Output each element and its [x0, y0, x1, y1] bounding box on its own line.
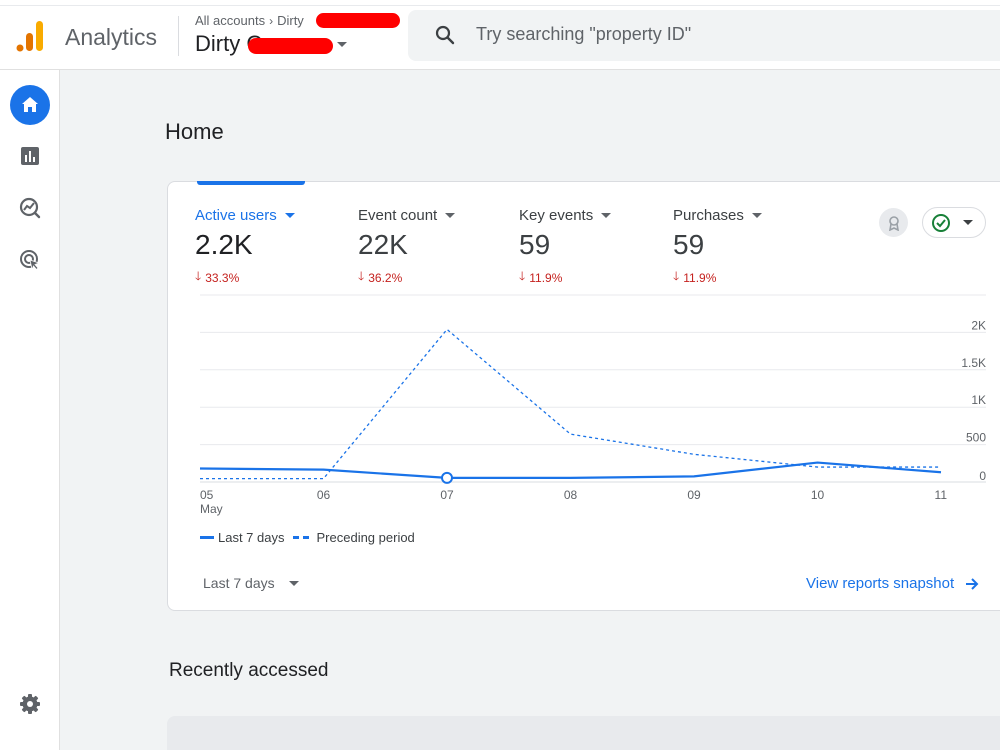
metric-key-events[interactable]: Key events 59 🡓 11.9% — [519, 207, 612, 288]
search-icon — [435, 25, 455, 45]
analytics-logo-icon[interactable] — [15, 19, 45, 53]
explore-icon — [19, 197, 41, 219]
metric-change: 🡓 11.9% — [673, 267, 762, 288]
metric-change-value: 33.3% — [205, 270, 240, 285]
award-icon — [888, 215, 899, 231]
property-selector[interactable]: Dirty C — [195, 31, 348, 57]
trend-chart: 0 500 1K 1.5K 2K 2.5K 05 06 07 08 09 10 11 May — [199, 292, 986, 516]
snapshot-link-label: View reports snapshot — [806, 575, 955, 592]
browser-strip — [0, 0, 1000, 6]
nav-advertising[interactable] — [10, 240, 50, 280]
breadcrumb[interactable]: All accounts › Dirty — [195, 13, 304, 28]
chevron-down-icon — [963, 220, 973, 225]
metric-change-value: 11.9% — [683, 270, 717, 285]
x-tick-label: 11 — [935, 488, 948, 502]
series-line-last-7-days — [199, 461, 942, 479]
date-range-label: Last 7 days — [203, 575, 275, 591]
search-input[interactable] — [476, 24, 976, 45]
check-circle-icon — [932, 213, 950, 232]
legend-swatch-dashed — [292, 536, 311, 539]
metric-active-users[interactable]: Active users 2.2K 🡓 33.3% — [195, 207, 295, 288]
metric-change-value: 36.2% — [368, 270, 403, 285]
top-bar: Analytics All accounts › Dirty Dirty C — [0, 0, 1000, 70]
active-tab-indicator — [197, 181, 305, 185]
x-tick-label: 09 — [687, 488, 701, 502]
redaction-mark — [248, 38, 334, 54]
metric-value: 22K — [358, 229, 408, 260]
metric-change-value: 11.9% — [529, 270, 563, 285]
x-tick-sublabel: May — [200, 502, 223, 516]
arrow-right-icon — [966, 577, 979, 590]
metric-label: Active users — [195, 207, 295, 224]
metric-value: 59 — [673, 229, 705, 260]
recently-accessed-title: Recently accessed — [169, 660, 329, 681]
x-tick-label: 08 — [564, 488, 578, 502]
y-tick-label: 2K — [971, 318, 986, 332]
view-reports-snapshot-link[interactable]: View reports snapshot — [806, 575, 980, 592]
nav-home[interactable] — [10, 85, 50, 125]
nav-settings[interactable] — [10, 684, 50, 724]
page-title: Home — [165, 119, 224, 144]
y-tick-label: 1.5K — [961, 356, 986, 370]
x-tick-label: 10 — [811, 488, 825, 502]
date-range-selector[interactable]: Last 7 days — [203, 575, 299, 591]
highlight-point — [441, 471, 453, 484]
chevron-down-icon — [337, 41, 348, 47]
legend-current: Last 7 days — [218, 530, 285, 545]
bar-chart-icon — [21, 147, 39, 165]
y-tick-label: 2.5K — [961, 292, 986, 295]
metric-purchases[interactable]: Purchases 59 🡓 11.9% — [673, 207, 762, 288]
arrow-down-icon: 🡓 — [673, 269, 680, 283]
nav-explore[interactable] — [10, 188, 50, 228]
chevron-down-icon — [601, 213, 612, 218]
metric-value: 59 — [519, 229, 551, 260]
metric-label-text: Purchases — [673, 207, 744, 224]
nav-reports[interactable] — [10, 136, 50, 176]
metric-label-text: Event count — [358, 207, 438, 224]
chevron-right-icon: › — [269, 13, 274, 28]
metric-change: 🡓 33.3% — [195, 267, 295, 288]
metric-value: 2.2K — [195, 229, 253, 260]
metric-event-count[interactable]: Event count 22K 🡓 36.2% — [358, 207, 456, 288]
metric-label: Event count — [358, 207, 456, 224]
recently-accessed-card — [167, 716, 1000, 750]
chevron-down-icon — [288, 580, 299, 586]
breadcrumb-account[interactable]: Dirty — [277, 13, 304, 28]
x-tick-label: 06 — [317, 488, 331, 502]
arrow-down-icon: 🡓 — [195, 269, 202, 283]
chevron-down-icon — [284, 213, 295, 218]
insights-icon[interactable] — [879, 208, 908, 237]
arrow-down-icon: 🡓 — [358, 269, 365, 283]
app-name[interactable]: Analytics — [65, 24, 157, 51]
y-tick-label: 0 — [979, 469, 986, 483]
chevron-down-icon — [445, 213, 456, 218]
metric-change: 🡓 11.9% — [519, 267, 611, 288]
data-quality-status[interactable] — [922, 207, 986, 238]
gear-icon — [20, 694, 40, 714]
redaction-mark — [316, 13, 400, 28]
target-cursor-icon — [20, 250, 41, 271]
metric-change: 🡓 36.2% — [358, 267, 455, 288]
metric-label: Purchases — [673, 207, 762, 224]
metric-label: Key events — [519, 207, 612, 224]
metric-label-text: Key events — [519, 207, 594, 224]
legend-swatch-solid — [200, 536, 214, 539]
home-icon — [22, 97, 38, 112]
x-tick-label: 07 — [440, 488, 454, 502]
series-line-preceding-period — [200, 328, 941, 480]
left-nav — [0, 70, 60, 750]
y-tick-label: 500 — [966, 431, 986, 445]
overview-card: Active users 2.2K 🡓 33.3% Event count 22… — [167, 181, 1000, 611]
arrow-down-icon: 🡓 — [519, 269, 526, 283]
legend-previous: Preceding period — [316, 530, 415, 545]
chart-legend: Last 7 days Preceding period — [200, 530, 415, 545]
x-tick-label: 05 — [200, 488, 214, 502]
header-divider — [178, 16, 179, 56]
chevron-down-icon — [751, 213, 762, 218]
search-bar[interactable] — [408, 10, 1000, 61]
y-tick-label: 1K — [971, 393, 986, 407]
breadcrumb-all-accounts[interactable]: All accounts — [195, 13, 265, 28]
metric-label-text: Active users — [195, 207, 277, 224]
